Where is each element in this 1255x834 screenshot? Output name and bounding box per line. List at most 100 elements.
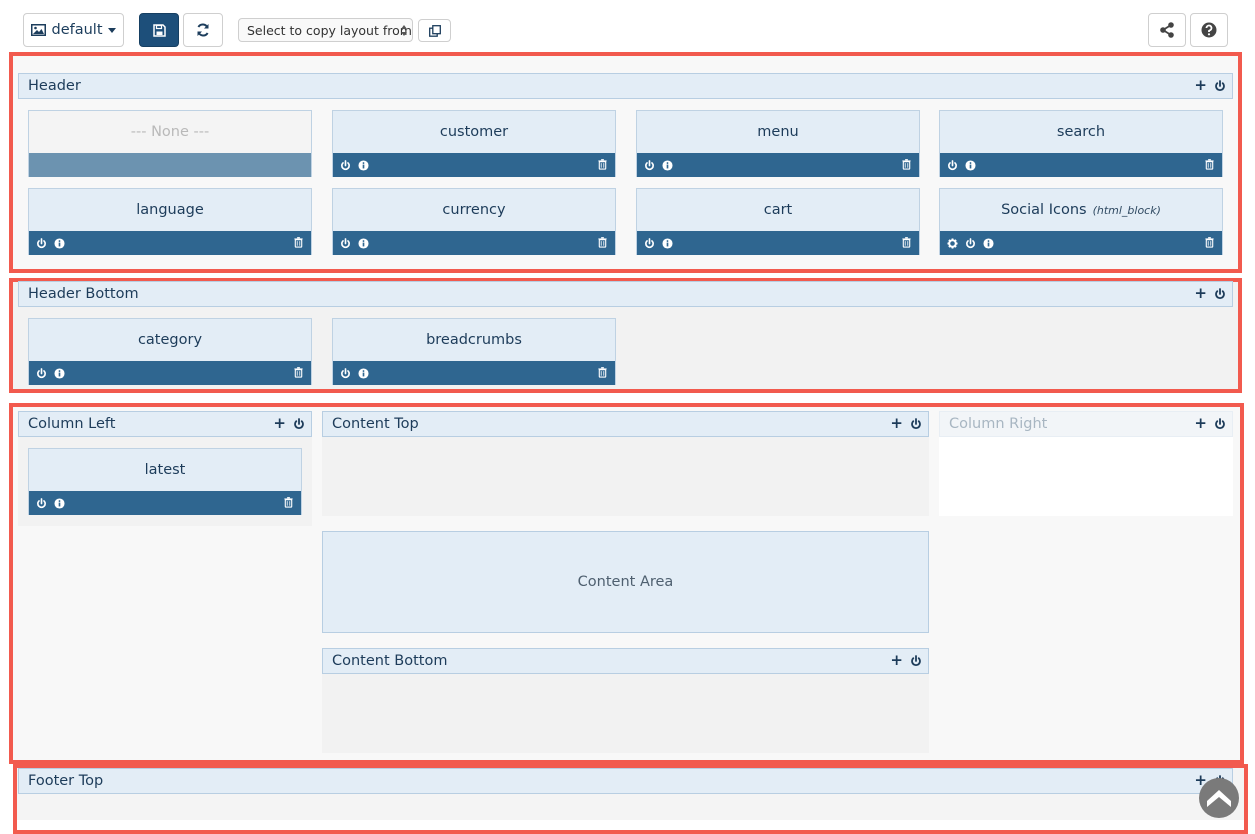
module-title: breadcrumbs bbox=[333, 319, 615, 361]
layout-name: default bbox=[51, 22, 103, 38]
copy-layout-placeholder: Select to copy layout from bbox=[247, 22, 412, 38]
trash-icon[interactable] bbox=[597, 159, 608, 170]
module-card-latest[interactable]: latest bbox=[28, 448, 302, 515]
module-title: latest bbox=[29, 449, 301, 491]
layout-select-button[interactable]: default bbox=[23, 13, 124, 47]
plus-icon[interactable]: + bbox=[273, 416, 286, 431]
trash-icon[interactable] bbox=[293, 237, 304, 248]
module-footer bbox=[29, 361, 311, 385]
info-icon[interactable] bbox=[54, 368, 65, 379]
gear-icon[interactable] bbox=[947, 238, 958, 249]
module-title: customer bbox=[333, 111, 615, 153]
module-footer bbox=[333, 361, 615, 385]
plus-icon[interactable]: + bbox=[1194, 78, 1207, 93]
power-icon[interactable] bbox=[1214, 418, 1226, 430]
position-header: Header + bbox=[18, 73, 1233, 99]
module-footer bbox=[637, 153, 919, 177]
power-icon[interactable] bbox=[1214, 80, 1226, 92]
module-title: currency bbox=[333, 189, 615, 231]
module-card-language[interactable]: language bbox=[28, 188, 312, 255]
module-title: Social Icons (html_block) bbox=[940, 189, 1222, 231]
floppy-disk-icon bbox=[152, 23, 166, 37]
module-card-cart[interactable]: cart bbox=[636, 188, 920, 255]
select-arrows-icon bbox=[401, 25, 407, 36]
info-icon[interactable] bbox=[54, 498, 65, 509]
position-column-right: Column Right + bbox=[939, 411, 1233, 437]
copy-icon bbox=[428, 24, 441, 37]
trash-icon[interactable] bbox=[283, 497, 294, 508]
module-card-social-icons[interactable]: Social Icons (html_block) bbox=[939, 188, 1223, 255]
module-card-search[interactable]: search bbox=[939, 110, 1223, 177]
scroll-to-top-button[interactable] bbox=[1199, 778, 1239, 818]
info-icon[interactable] bbox=[54, 238, 65, 249]
plus-icon[interactable]: + bbox=[890, 653, 903, 668]
position-content-bottom: Content Bottom + bbox=[322, 648, 929, 674]
module-title-text: Social Icons bbox=[1001, 202, 1087, 218]
module-card-menu[interactable]: menu bbox=[636, 110, 920, 177]
module-footer bbox=[333, 153, 615, 177]
module-card-none[interactable]: --- None --- bbox=[28, 110, 312, 177]
info-icon[interactable] bbox=[358, 238, 369, 249]
module-footer bbox=[637, 231, 919, 255]
column-right-area bbox=[939, 437, 1233, 516]
chevron-up-icon bbox=[1207, 790, 1231, 807]
position-column-right-label: Column Right bbox=[949, 416, 1048, 432]
position-header-bottom: Header Bottom + bbox=[18, 281, 1233, 307]
power-icon[interactable] bbox=[36, 238, 47, 249]
copy-layout-button[interactable] bbox=[418, 19, 451, 42]
trash-icon[interactable] bbox=[901, 237, 912, 248]
power-icon[interactable] bbox=[644, 160, 655, 171]
trash-icon[interactable] bbox=[1204, 237, 1215, 248]
module-title: search bbox=[940, 111, 1222, 153]
module-title: cart bbox=[637, 189, 919, 231]
power-icon[interactable] bbox=[36, 498, 47, 509]
power-icon[interactable] bbox=[910, 418, 922, 430]
trash-icon[interactable] bbox=[597, 367, 608, 378]
save-button[interactable] bbox=[139, 13, 179, 47]
share-button[interactable] bbox=[1148, 13, 1186, 47]
power-icon[interactable] bbox=[947, 160, 958, 171]
position-column-left: Column Left + bbox=[18, 411, 312, 437]
module-footer bbox=[333, 231, 615, 255]
power-icon[interactable] bbox=[340, 160, 351, 171]
info-icon[interactable] bbox=[662, 238, 673, 249]
position-content-top-label: Content Top bbox=[332, 416, 419, 432]
trash-icon[interactable] bbox=[597, 237, 608, 248]
power-icon[interactable] bbox=[293, 418, 305, 430]
content-area-label: Content Area bbox=[577, 574, 674, 590]
image-icon bbox=[31, 24, 47, 36]
info-icon[interactable] bbox=[662, 160, 673, 171]
module-card-currency[interactable]: currency bbox=[332, 188, 616, 255]
copy-layout-select[interactable]: Select to copy layout from bbox=[238, 18, 413, 42]
module-footer bbox=[29, 491, 301, 515]
trash-icon[interactable] bbox=[901, 159, 912, 170]
plus-icon[interactable]: + bbox=[1194, 286, 1207, 301]
help-button[interactable] bbox=[1190, 13, 1228, 47]
refresh-button[interactable] bbox=[183, 13, 223, 47]
trash-icon[interactable] bbox=[293, 367, 304, 378]
power-icon[interactable] bbox=[36, 368, 47, 379]
power-icon[interactable] bbox=[965, 238, 976, 249]
power-icon[interactable] bbox=[644, 238, 655, 249]
position-footer-top-label: Footer Top bbox=[28, 773, 104, 789]
info-icon[interactable] bbox=[358, 160, 369, 171]
power-icon[interactable] bbox=[340, 368, 351, 379]
power-icon[interactable] bbox=[1214, 288, 1226, 300]
content-bottom-area bbox=[322, 674, 929, 753]
info-icon[interactable] bbox=[983, 238, 994, 249]
info-icon[interactable] bbox=[965, 160, 976, 171]
info-icon[interactable] bbox=[358, 368, 369, 379]
module-card-breadcrumbs[interactable]: breadcrumbs bbox=[332, 318, 616, 385]
power-icon[interactable] bbox=[340, 238, 351, 249]
module-footer bbox=[940, 231, 1222, 255]
content-area: Content Area bbox=[322, 531, 929, 633]
module-title: --- None --- bbox=[29, 111, 311, 153]
module-title: menu bbox=[637, 111, 919, 153]
module-card-category[interactable]: category bbox=[28, 318, 312, 385]
trash-icon[interactable] bbox=[1204, 159, 1215, 170]
module-card-customer[interactable]: customer bbox=[332, 110, 616, 177]
power-icon[interactable] bbox=[910, 655, 922, 667]
plus-icon[interactable]: + bbox=[890, 416, 903, 431]
position-header-bottom-label: Header Bottom bbox=[28, 286, 139, 302]
plus-icon[interactable]: + bbox=[1194, 416, 1207, 431]
